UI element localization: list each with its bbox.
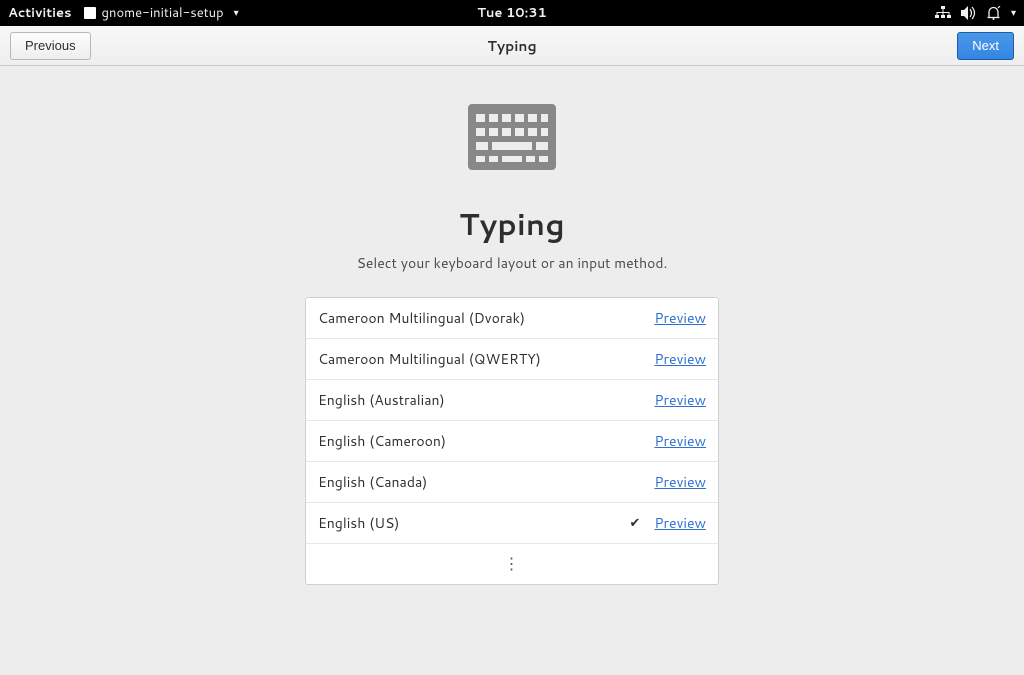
preview-link[interactable]: Preview bbox=[654, 308, 706, 328]
app-menu-label: gnome-initial-setup bbox=[102, 4, 224, 22]
preview-link[interactable]: Preview bbox=[654, 472, 706, 492]
preview-link[interactable]: Preview bbox=[654, 390, 706, 410]
chevron-down-icon: ▾ bbox=[234, 6, 239, 20]
activities-button[interactable]: Activities bbox=[8, 4, 72, 22]
layout-row[interactable]: English (Cameroon)Preview bbox=[306, 421, 718, 462]
layout-row[interactable]: Cameroon Multilingual (QWERTY)Preview bbox=[306, 339, 718, 380]
layout-row[interactable]: English (US)✔ Preview bbox=[306, 503, 718, 544]
preview-link[interactable]: Preview bbox=[654, 431, 706, 451]
layout-name: Cameroon Multilingual (Dvorak) bbox=[318, 308, 654, 328]
status-area[interactable]: ▾ bbox=[935, 6, 1016, 21]
headerbar: Previous Typing Next bbox=[0, 26, 1024, 66]
headerbar-title: Typing bbox=[487, 36, 536, 56]
keyboard-icon bbox=[468, 104, 556, 176]
notifications-icon bbox=[986, 6, 1001, 21]
layout-name: English (US) bbox=[318, 513, 630, 533]
previous-button[interactable]: Previous bbox=[10, 32, 91, 60]
preview-link[interactable]: Preview bbox=[654, 513, 706, 533]
clock[interactable]: Tue 10:31 bbox=[477, 4, 547, 22]
preview-link[interactable]: Preview bbox=[654, 349, 706, 369]
layout-name: Cameroon Multilingual (QWERTY) bbox=[318, 349, 654, 369]
layout-row[interactable]: English (Australian)Preview bbox=[306, 380, 718, 421]
app-icon bbox=[84, 7, 96, 19]
page-title: Typing bbox=[459, 202, 565, 245]
layout-name: English (Canada) bbox=[318, 472, 654, 492]
chevron-down-icon: ▾ bbox=[1011, 6, 1016, 20]
layout-name: English (Cameroon) bbox=[318, 431, 654, 451]
app-menu[interactable]: gnome-initial-setup ▾ bbox=[84, 4, 239, 22]
gnome-topbar: Activities gnome-initial-setup ▾ Tue 10:… bbox=[0, 0, 1024, 26]
page-subtitle: Select your keyboard layout or an input … bbox=[357, 253, 668, 273]
next-button[interactable]: Next bbox=[957, 32, 1014, 60]
checkmark-icon: ✔ bbox=[630, 514, 641, 532]
volume-icon bbox=[961, 6, 976, 20]
layout-row[interactable]: Cameroon Multilingual (Dvorak)Preview bbox=[306, 298, 718, 339]
layout-name: English (Australian) bbox=[318, 390, 654, 410]
layout-row[interactable]: English (Canada)Preview bbox=[306, 462, 718, 503]
page-content: Typing Select your keyboard layout or an… bbox=[0, 66, 1024, 585]
keyboard-layout-list: Cameroon Multilingual (Dvorak)PreviewCam… bbox=[305, 297, 719, 585]
network-icon bbox=[935, 6, 951, 20]
more-layouts-button[interactable]: ⋮ bbox=[306, 544, 718, 584]
